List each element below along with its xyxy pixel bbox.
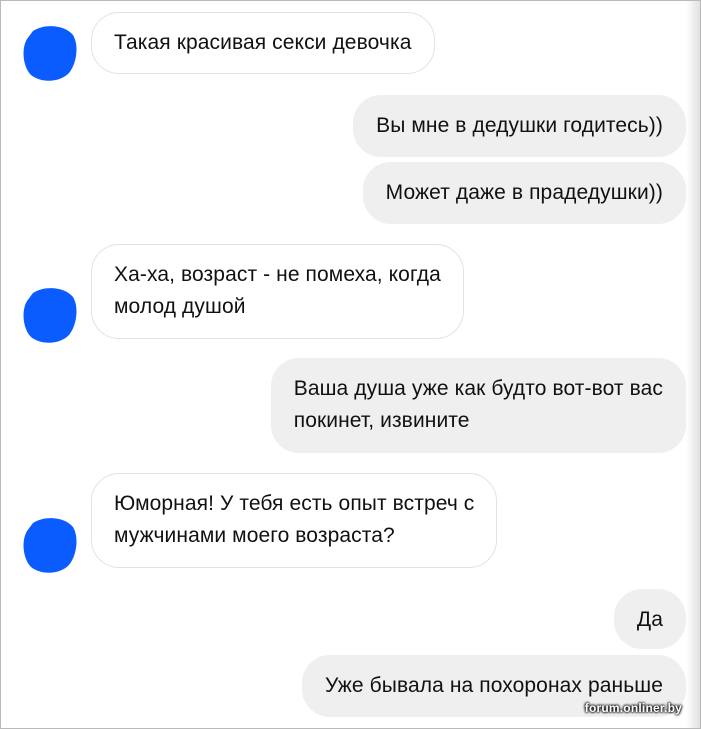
message-bubble-incoming[interactable]: Такая красивая секси девочка [91,12,435,74]
message-text-line: покинет, извините [293,409,470,432]
message-text: Вы мне в дедушки годитесь)) [376,114,663,137]
avatar-icon[interactable] [21,23,79,85]
watermark: forum.onliner.by [584,701,682,715]
message-bubble-incoming[interactable]: Ха-ха, возраст - не помеха, когда молод … [91,244,464,339]
avatar-icon[interactable] [21,285,79,347]
message-bubble-incoming[interactable]: Юморная! У тебя есть опыт встреч с мужчи… [91,473,498,568]
message-text: Да [636,608,663,631]
message-bubble-outgoing[interactable]: Может даже в прадедушки)) [362,162,686,224]
message-text: Такая красивая секси девочка [114,31,412,54]
message-bubble-outgoing[interactable]: Ваша душа уже как будто вот-вот вас поки… [270,358,686,453]
message-text-line: Юморная! У тебя есть опыт встреч с [114,492,475,515]
message-text-line: молод душой [114,295,246,318]
message-text-line: мужчинами моего возраста? [114,524,395,547]
message-bubble-outgoing[interactable]: Да [613,589,686,649]
chat-window: Такая красивая секси девочка Вы мне в де… [0,0,701,729]
message-text-line: Ха-ха, возраст - не помеха, когда [114,263,441,286]
message-text-line: Ваша душа уже как будто вот-вот вас [293,377,663,400]
message-text: Уже бывала на похоронах раньше [325,674,663,697]
avatar-icon[interactable] [21,515,79,577]
message-bubble-outgoing[interactable]: Вы мне в дедушки годитесь)) [353,95,686,157]
message-text: Может даже в прадедушки)) [385,181,663,204]
